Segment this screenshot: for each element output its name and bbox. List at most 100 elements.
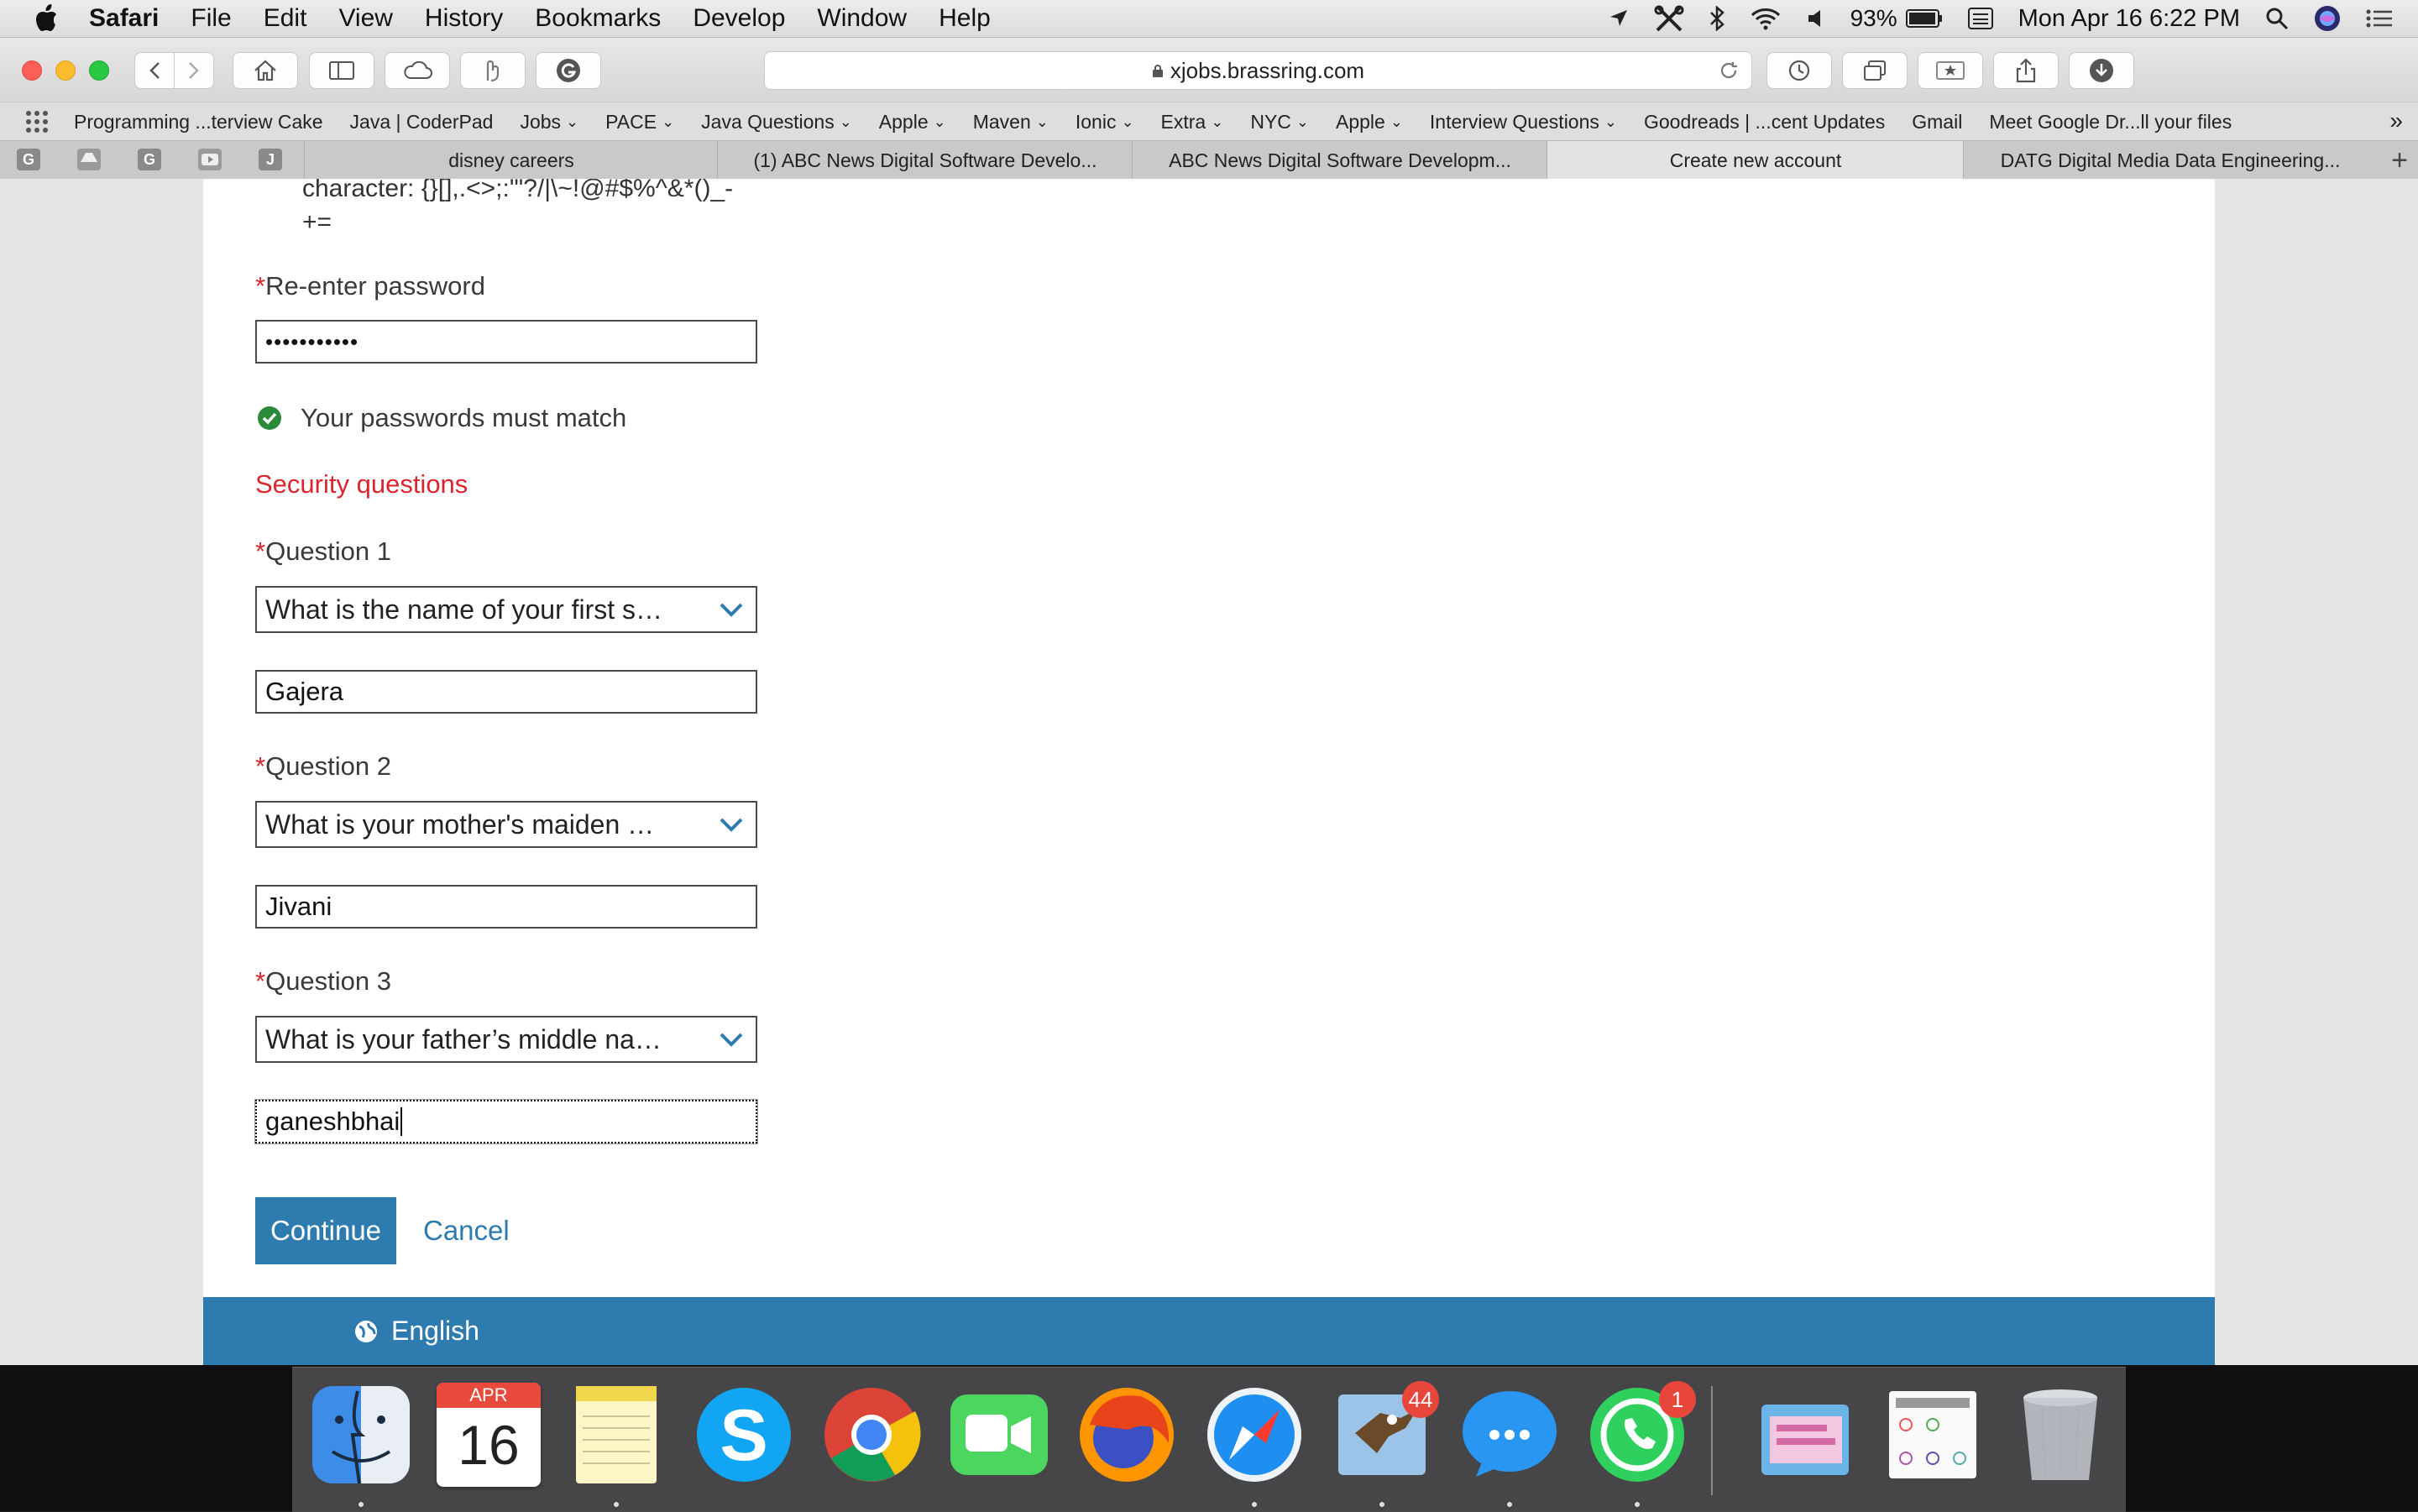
downloads-button[interactable]	[2069, 52, 2134, 89]
volume-icon[interactable]	[1807, 8, 1825, 29]
answer-3-field[interactable]: ganeshbhai	[254, 1099, 758, 1144]
bookmarks-bar: Programming ...terview Cake Java | Coder…	[0, 102, 2418, 141]
bluetooth-icon[interactable]	[1709, 6, 1725, 31]
siri-icon[interactable]	[2314, 5, 2341, 32]
document-stack-icon[interactable]	[1881, 1383, 1985, 1487]
history-button[interactable]	[1766, 52, 1832, 89]
icloud-tabs-button[interactable]	[385, 52, 450, 89]
bookmark-item[interactable]: Goodreads | ...cent Updates	[1644, 111, 1885, 133]
menu-view[interactable]: View	[338, 4, 392, 33]
calendar-icon[interactable]: APR 16	[437, 1383, 541, 1487]
browser-toolbar: xjobs.brassring.com	[0, 38, 2418, 102]
scissors-icon[interactable]	[1654, 5, 1684, 32]
folder-stack-icon[interactable]	[1753, 1383, 1857, 1487]
window-zoom-button[interactable]	[89, 60, 109, 81]
bookmark-item[interactable]: Programming ...terview Cake	[74, 111, 323, 133]
tab-abc-news-1[interactable]: (1) ABC News Digital Software Develo...	[717, 141, 1133, 180]
bookmark-folder[interactable]: PACE ⌄	[605, 111, 674, 133]
bookmark-item[interactable]: Gmail	[1912, 111, 1962, 133]
home-button[interactable]	[233, 52, 298, 89]
running-indicator	[359, 1502, 364, 1507]
bookmark-folder[interactable]: NYC ⌄	[1250, 111, 1309, 133]
apple-logo-icon[interactable]	[34, 4, 59, 33]
bookmark-folder[interactable]: Apple ⌄	[1336, 111, 1403, 133]
question-2-select[interactable]: What is your mother's maiden …	[255, 801, 757, 848]
menu-app-name[interactable]: Safari	[89, 4, 159, 33]
firefox-icon[interactable]	[1075, 1383, 1179, 1487]
svg-text:S: S	[720, 1395, 767, 1476]
tab-abc-news-2[interactable]: ABC News Digital Software Developm...	[1132, 141, 1547, 180]
address-bar[interactable]: xjobs.brassring.com	[764, 51, 1752, 90]
menu-bar: Safari File Edit View History Bookmarks …	[0, 0, 2418, 38]
bookmarks-overflow-icon[interactable]: »	[2389, 107, 2403, 134]
reenter-password-field[interactable]: •••••••••••	[255, 320, 757, 364]
continue-button[interactable]: Continue	[255, 1197, 396, 1264]
new-tab-button[interactable]: +	[2391, 144, 2408, 177]
window-close-button[interactable]	[22, 60, 42, 81]
trash-icon[interactable]	[2008, 1383, 2112, 1487]
menu-help[interactable]: Help	[939, 4, 991, 33]
question-3-label: *Question 3	[255, 966, 391, 997]
window-minimize-button[interactable]	[55, 60, 76, 81]
dock-separator	[1711, 1386, 1713, 1495]
bookmark-folder[interactable]: Ionic ⌄	[1076, 111, 1134, 133]
pinned-tab-google-2[interactable]: G	[138, 149, 161, 170]
location-arrow-icon[interactable]	[1609, 8, 1629, 29]
pinned-tab-java[interactable]: J	[259, 149, 282, 170]
tab-disney-careers[interactable]: disney careers	[304, 141, 718, 180]
tab-datg[interactable]: DATG Digital Media Data Engineering...	[1963, 141, 2377, 180]
menu-bookmarks[interactable]: Bookmarks	[535, 4, 661, 33]
extension-button[interactable]	[460, 52, 526, 89]
cancel-link[interactable]: Cancel	[423, 1215, 510, 1247]
question-1-select[interactable]: What is the name of your first s…	[255, 586, 757, 633]
bookmark-folder[interactable]: Maven ⌄	[973, 111, 1049, 133]
pinned-tab-google[interactable]: G	[17, 149, 40, 170]
answer-2-field[interactable]: Jivani	[255, 885, 757, 929]
tab-create-new-account[interactable]: Create new account	[1547, 141, 1964, 180]
tab-overview-button[interactable]	[1842, 52, 1908, 89]
bookmark-folder[interactable]: Interview Questions ⌄	[1430, 111, 1617, 133]
notes-icon[interactable]	[564, 1383, 668, 1487]
chevron-down-icon: ⌄	[1211, 112, 1224, 130]
web-viewport: character: {}[],.<>;:'"?/|\~!@#$%^&*()_-…	[0, 179, 2418, 1365]
keyboard-input-icon[interactable]	[1967, 8, 1993, 29]
answer-1-field[interactable]: Gajera	[255, 670, 757, 714]
question-3-select[interactable]: What is your father’s middle na…	[255, 1016, 757, 1063]
language-selector[interactable]: English	[354, 1316, 479, 1347]
share-button[interactable]	[1993, 52, 2059, 89]
bookmark-item[interactable]: Meet Google Dr...ll your files	[1989, 111, 2232, 133]
pinned-tab-youtube[interactable]	[198, 149, 222, 170]
pinned-tab-drive[interactable]	[77, 149, 101, 170]
chevron-down-icon: ⌄	[933, 112, 946, 130]
grammarly-button[interactable]	[536, 52, 601, 89]
menu-window[interactable]: Window	[817, 4, 907, 33]
menu-develop[interactable]: Develop	[693, 4, 785, 33]
back-button[interactable]	[134, 52, 175, 89]
facetime-icon[interactable]	[947, 1383, 1051, 1487]
reload-icon[interactable]	[1718, 60, 1740, 81]
bookmark-folder[interactable]: Apple ⌄	[879, 111, 946, 133]
battery-icon[interactable]	[1905, 9, 1943, 28]
messages-icon[interactable]	[1458, 1383, 1562, 1487]
wifi-icon[interactable]	[1750, 7, 1782, 30]
bookmark-label: Ionic	[1075, 110, 1117, 133]
menu-file[interactable]: File	[191, 4, 231, 33]
top-sites-button[interactable]	[1918, 52, 1983, 89]
sidebar-button[interactable]	[309, 52, 374, 89]
safari-icon[interactable]	[1202, 1383, 1306, 1487]
menu-history[interactable]: History	[425, 4, 503, 33]
bookmark-folder[interactable]: Extra ⌄	[1161, 111, 1224, 133]
bookmark-folder[interactable]: Jobs ⌄	[520, 111, 578, 133]
forward-button[interactable]	[174, 52, 214, 89]
notification-center-icon[interactable]	[2366, 8, 2393, 29]
password-match-status: Your passwords must match	[257, 403, 626, 433]
bookmark-item[interactable]: Java | CoderPad	[350, 111, 494, 133]
skype-icon[interactable]: S	[692, 1383, 796, 1487]
spotlight-search-icon[interactable]	[2265, 7, 2289, 30]
finder-icon[interactable]	[309, 1383, 413, 1487]
menu-edit[interactable]: Edit	[264, 4, 307, 33]
apps-grid-icon[interactable]	[25, 110, 49, 133]
chrome-icon[interactable]	[819, 1383, 924, 1487]
clock-datetime[interactable]: Mon Apr 16 6:22 PM	[2018, 5, 2240, 33]
bookmark-folder[interactable]: Java Questions ⌄	[701, 111, 852, 133]
